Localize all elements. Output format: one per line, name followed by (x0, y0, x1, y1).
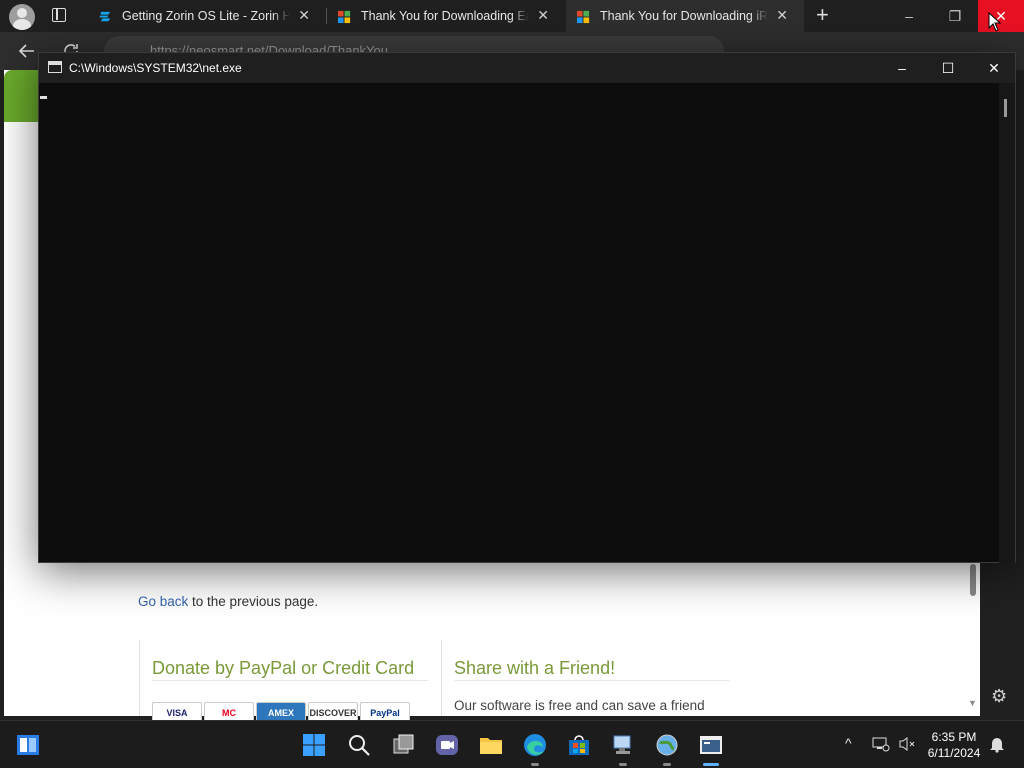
scroll-down-arrow-icon[interactable]: ▼ (968, 698, 977, 708)
taskbar-clock[interactable]: 6:35 PM 6/11/2024 (922, 729, 986, 761)
text-cursor (40, 96, 47, 99)
page-scrollbar[interactable]: ▼ (968, 562, 978, 712)
console-app-taskbar-icon[interactable] (699, 733, 723, 757)
file-explorer-icon[interactable] (479, 733, 503, 757)
share-title: Share with a Friend! (454, 658, 616, 678)
console-output-area[interactable] (39, 83, 999, 563)
browser-minimize-button[interactable]: – (886, 0, 932, 32)
donate-title: Donate by PayPal or Credit Card (152, 658, 415, 678)
taskbar: ^ 6:35 PM 6/11/2024 (0, 720, 1024, 768)
teams-chat-icon[interactable] (435, 733, 459, 757)
console-scrollbar-thumb[interactable] (1004, 99, 1007, 117)
console-window: C:\Windows\SYSTEM32\net.exe – ☐ ✕ (38, 52, 1016, 563)
neosmart-logo-icon (337, 10, 351, 24)
notification-bell-icon[interactable] (989, 735, 1005, 753)
browser-tab-bar: Getting Zorin OS Lite - Zorin Hel ✕ Than… (0, 0, 1024, 32)
tab-close-icon[interactable]: ✕ (298, 7, 310, 24)
neosmart-logo-icon (576, 10, 590, 24)
scrollbar-thumb[interactable] (970, 564, 976, 596)
back-arrow-icon[interactable] (18, 42, 36, 60)
profile-avatar-icon[interactable] (9, 4, 35, 30)
active-indicator (703, 763, 719, 766)
tab-close-icon[interactable]: ✕ (537, 7, 549, 24)
console-scrollbar[interactable] (999, 83, 1015, 563)
tab-title: Thank You for Downloading iRef (600, 9, 768, 23)
gear-icon[interactable]: ⚙ (991, 686, 1007, 707)
network-computer-icon[interactable] (611, 733, 635, 757)
site-header-strip (4, 70, 40, 122)
share-text: Our software is free and can save a frie… (454, 698, 705, 713)
go-back-link[interactable]: Go back (138, 594, 188, 609)
task-view-icon[interactable] (392, 733, 416, 757)
go-back-text: to the previous page. (188, 594, 319, 609)
tab-actions-icon[interactable] (52, 8, 66, 22)
tab-title: Getting Zorin OS Lite - Zorin Hel (122, 9, 290, 23)
running-indicator (619, 763, 627, 766)
console-app-icon (48, 61, 62, 73)
network-status-icon[interactable] (872, 736, 890, 752)
tab-title: Thank You for Downloading Easy (361, 9, 529, 23)
browser-tab-zorin[interactable]: Getting Zorin OS Lite - Zorin Hel ✕ (88, 0, 326, 32)
search-icon[interactable] (347, 733, 371, 757)
microsoft-store-icon[interactable] (567, 733, 591, 757)
browser-tab-iref[interactable]: Thank You for Downloading iRef ✕ (566, 0, 804, 32)
edge-browser-icon[interactable] (523, 733, 547, 757)
show-desktop-widget-icon[interactable] (16, 733, 40, 757)
zorin-logo-icon (99, 11, 111, 22)
divider (152, 680, 428, 681)
clock-date: 6/11/2024 (927, 746, 981, 760)
divider (454, 680, 730, 681)
browser-tab-easy[interactable]: Thank You for Downloading Easy ✕ (327, 0, 565, 32)
volume-muted-icon[interactable] (898, 736, 916, 752)
go-back-line: Go back to the previous page. (138, 594, 318, 609)
browser-restore-button[interactable]: ❐ (932, 0, 978, 32)
tab-close-icon[interactable]: ✕ (776, 7, 788, 24)
show-hidden-icons-chevron-icon[interactable]: ^ (845, 735, 852, 751)
clock-time: 6:35 PM (931, 730, 977, 744)
console-maximize-button[interactable]: ☐ (925, 53, 971, 83)
mouse-pointer-icon (988, 12, 1002, 32)
console-minimize-button[interactable]: – (879, 53, 925, 83)
new-tab-button[interactable]: + (816, 3, 829, 27)
globe-setup-icon[interactable] (655, 733, 679, 757)
start-windows-icon[interactable] (302, 733, 326, 757)
console-title: C:\Windows\SYSTEM32\net.exe (69, 61, 242, 75)
console-titlebar[interactable]: C:\Windows\SYSTEM32\net.exe – ☐ ✕ (39, 53, 1015, 83)
console-close-button[interactable]: ✕ (971, 53, 1017, 83)
running-indicator (531, 763, 539, 766)
running-indicator (663, 763, 671, 766)
